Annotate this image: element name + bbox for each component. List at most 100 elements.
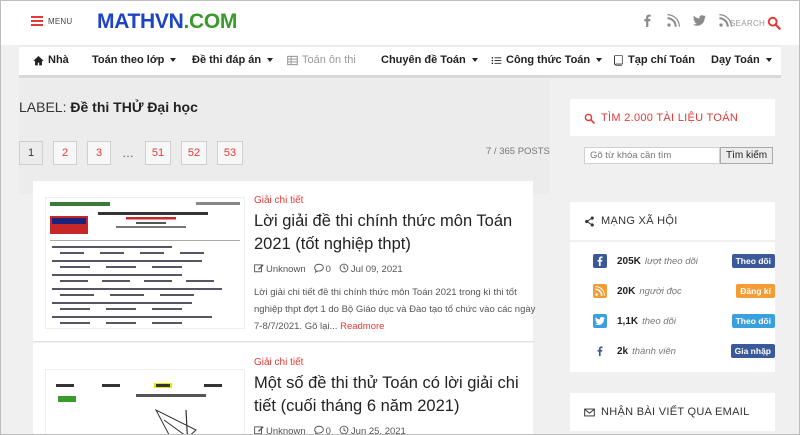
article-meta: Unknown 0 Jul 09, 2021 bbox=[254, 263, 403, 275]
pagination: 1 2 3 … 51 52 53 bbox=[19, 141, 253, 165]
home-icon bbox=[33, 55, 44, 65]
page-button-current[interactable]: 1 bbox=[19, 141, 43, 165]
header-search-button[interactable]: SEARCH bbox=[730, 16, 781, 30]
social-desc: thành viên bbox=[632, 345, 676, 357]
subscribe-button[interactable]: Đăng kí bbox=[736, 284, 775, 298]
article-excerpt: Lời giải chi tiết đề thi chính thức môn … bbox=[254, 284, 544, 335]
social-desc: người đọc bbox=[639, 285, 682, 297]
article-category[interactable]: Giải chi tiết bbox=[254, 357, 303, 368]
article-date: Jul 09, 2021 bbox=[339, 263, 403, 275]
comment-count: 0 bbox=[325, 264, 331, 275]
chevron-down-icon bbox=[596, 58, 603, 62]
sidebar-email-title: NHẬN BÀI VIẾT QUA EMAIL bbox=[584, 406, 750, 418]
excerpt-text: Lời giải chi tiết đề thi chính thức môn … bbox=[254, 287, 536, 332]
article-comments[interactable]: 0 bbox=[313, 263, 331, 275]
sidebar-search-title: TÌM 2.000 TÀI LIỆU TOÁN bbox=[584, 112, 738, 124]
menu-button[interactable]: MENU bbox=[31, 16, 72, 26]
nav-item-chuyen-de-toan[interactable]: Chuyên đề Toán bbox=[381, 54, 478, 66]
read-more-link[interactable]: Readmore bbox=[340, 321, 384, 332]
chevron-down-icon bbox=[765, 58, 772, 62]
rss-icon[interactable] bbox=[667, 14, 680, 27]
author-name: Unknown bbox=[266, 426, 306, 435]
edit-icon bbox=[254, 264, 264, 273]
label-name: Đề thi THỬ Đại học bbox=[70, 99, 198, 115]
nav-item-day-toan[interactable]: Dạy Toán bbox=[711, 54, 772, 66]
author-name: Unknown bbox=[266, 264, 306, 275]
search-title-text: TÌM 2.000 TÀI LIỆU TOÁN bbox=[601, 112, 739, 124]
envelope-icon bbox=[584, 408, 595, 416]
main-header-area bbox=[19, 79, 550, 194]
nav-label: Công thức Toán bbox=[506, 54, 591, 66]
social-count: 2k bbox=[617, 345, 629, 357]
sidebar-search-input[interactable] bbox=[584, 147, 720, 164]
top-header: MENU MATHVN.COM SEARCH bbox=[1, 1, 799, 45]
exam-paper-image bbox=[46, 370, 244, 434]
header-social-links bbox=[641, 14, 732, 27]
comment-icon bbox=[313, 425, 324, 434]
comment-icon bbox=[313, 263, 324, 273]
site-logo[interactable]: MATHVN.COM bbox=[97, 10, 237, 34]
table-icon bbox=[287, 55, 298, 65]
social-row-rss: 20K người đọc Đăng kí bbox=[593, 284, 775, 298]
article-category[interactable]: Giải chi tiết bbox=[254, 195, 303, 206]
exam-paper-image bbox=[46, 198, 244, 328]
article-card: Giải chi tiết Một số đề thi thử Toán có … bbox=[33, 343, 534, 435]
follow-button[interactable]: Theo dõi bbox=[731, 314, 775, 328]
nav-item-toan-theo-lop[interactable]: Toán theo lớp bbox=[92, 54, 177, 66]
page-title: LABEL: Đề thi THỬ Đại học bbox=[19, 99, 198, 115]
article-author[interactable]: Unknown bbox=[254, 263, 306, 275]
clock-icon bbox=[339, 425, 349, 434]
label-prefix: LABEL: bbox=[19, 99, 67, 115]
nav-item-home[interactable]: Nhà bbox=[33, 54, 69, 66]
search-label: SEARCH bbox=[730, 18, 766, 28]
nav-label: Chuyên đề Toán bbox=[381, 54, 466, 66]
article-card: Giải chi tiết Lời giải đề thi chính thức… bbox=[33, 181, 535, 341]
date-text: Jun 25, 2021 bbox=[350, 426, 406, 435]
social-desc: theo dõi bbox=[642, 315, 676, 327]
article-date: Jun 25, 2021 bbox=[339, 425, 406, 435]
clock-icon bbox=[339, 263, 349, 273]
search-icon bbox=[584, 113, 595, 124]
nav-label: Nhà bbox=[48, 54, 69, 66]
article-thumbnail[interactable] bbox=[45, 197, 245, 329]
share-icon bbox=[585, 215, 594, 227]
sidebar-social-header: MẠNG XÃ HỘI bbox=[570, 202, 775, 240]
menu-label: MENU bbox=[48, 16, 73, 26]
nav-item-cong-thuc-toan[interactable]: Công thức Toán bbox=[491, 54, 603, 66]
page-button[interactable]: 53 bbox=[217, 141, 243, 165]
nav-label: Dạy Toán bbox=[711, 54, 760, 66]
facebook-icon[interactable] bbox=[593, 254, 607, 268]
join-button[interactable]: Gia nhập bbox=[730, 344, 775, 358]
article-comments[interactable]: 0 bbox=[313, 425, 331, 434]
social-desc: lượt theo dõi bbox=[644, 255, 698, 267]
page-button[interactable]: 3 bbox=[87, 141, 111, 165]
rss-icon[interactable] bbox=[593, 284, 607, 298]
sidebar-search-header: TÌM 2.000 TÀI LIỆU TOÁN bbox=[570, 99, 775, 136]
article-thumbnail[interactable] bbox=[45, 369, 245, 434]
twitter-icon[interactable] bbox=[693, 14, 706, 27]
social-row-twitter: 1,1K theo dõi Theo dõi bbox=[593, 314, 775, 328]
nav-item-toan-on-thi[interactable]: Toán ôn thi bbox=[287, 54, 356, 66]
list-icon bbox=[491, 56, 502, 64]
social-count: 20K bbox=[617, 285, 636, 297]
nav-item-de-thi-dap-an[interactable]: Đề thi đáp án bbox=[192, 54, 274, 66]
twitter-icon[interactable] bbox=[593, 314, 607, 328]
sidebar-search-button[interactable]: Tìm kiếm bbox=[720, 147, 774, 164]
article-divider bbox=[33, 341, 535, 342]
article-title[interactable]: Một số đề thi thử Toán có lời giải chi t… bbox=[254, 372, 534, 418]
hamburger-icon bbox=[31, 16, 43, 26]
facebook-icon[interactable] bbox=[641, 14, 654, 27]
sidebar-search-form: Tìm kiếm bbox=[584, 147, 774, 164]
page-button[interactable]: 51 bbox=[145, 141, 171, 165]
page-button[interactable]: 2 bbox=[53, 141, 77, 165]
sidebar-social-title: MẠNG XÃ HỘI bbox=[584, 215, 678, 227]
article-title[interactable]: Lời giải đề thi chính thức môn Toán 2021… bbox=[254, 210, 534, 256]
nav-label: Toán ôn thi bbox=[302, 54, 356, 66]
page-button[interactable]: 52 bbox=[181, 141, 207, 165]
nav-item-tap-chi-toan[interactable]: Tạp chí Toán bbox=[613, 54, 695, 66]
logo-main: MATHVN bbox=[97, 10, 184, 33]
follow-button[interactable]: Theo dõi bbox=[731, 254, 775, 268]
facebook-icon[interactable] bbox=[593, 344, 607, 358]
search-icon bbox=[767, 16, 781, 30]
article-author[interactable]: Unknown bbox=[254, 425, 306, 435]
